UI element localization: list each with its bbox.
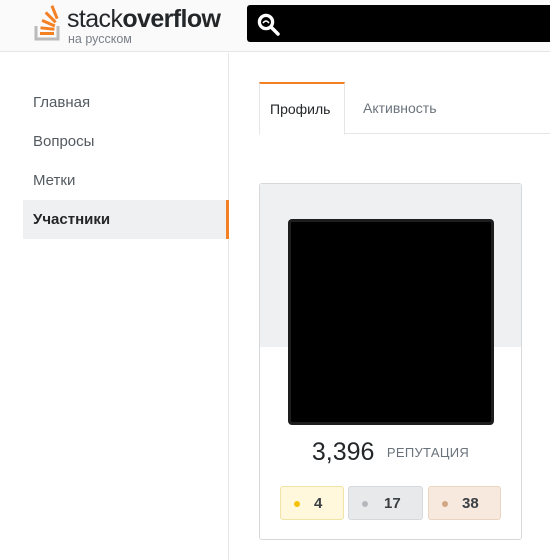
stackoverflow-logo-icon — [34, 5, 60, 41]
search-icon[interactable] — [255, 11, 281, 37]
silver-badge-count[interactable]: 17 — [348, 486, 423, 520]
search-input[interactable] — [285, 11, 544, 36]
gold-badge-count[interactable]: 4 — [280, 486, 344, 520]
profile-card: 3,396 РЕПУТАЦИЯ 4 17 38 — [259, 183, 522, 540]
silver-badge-value: 17 — [384, 495, 401, 512]
reputation-value: 3,396 — [311, 438, 375, 466]
reputation: 3,396 РЕПУТАЦИЯ — [260, 438, 521, 472]
reputation-label: РЕПУТАЦИЯ — [386, 445, 470, 460]
logo-text-bold: overflow — [122, 5, 221, 33]
bronze-badge-count[interactable]: 38 — [428, 486, 501, 520]
tab-activity[interactable]: Активность — [353, 82, 447, 134]
gold-badge-value: 4 — [314, 495, 323, 512]
bronze-badge-icon — [442, 501, 448, 507]
avatar[interactable] — [288, 219, 494, 425]
logo-wordmark: stackoverflow — [67, 5, 221, 33]
sidebar-item-questions[interactable]: Вопросы — [23, 122, 229, 161]
sidebar-item-tags[interactable]: Метки — [23, 161, 229, 200]
gold-badge-icon — [294, 501, 300, 507]
bronze-badge-value: 38 — [462, 495, 479, 512]
site-logo[interactable]: stackoverflow на русском — [34, 2, 234, 48]
left-sidebar: Главная Вопросы Метки Участники — [0, 53, 229, 560]
profile-tabs: Профиль Активность — [259, 82, 550, 135]
logo-subtitle: на русском — [68, 32, 132, 46]
search-box[interactable] — [247, 5, 550, 42]
sidebar-item-home[interactable]: Главная — [23, 83, 229, 122]
logo-text-light: stack — [67, 5, 123, 33]
sidebar-item-users[interactable]: Участники — [23, 200, 229, 239]
top-bar: stackoverflow на русском — [0, 0, 550, 52]
tab-profile[interactable]: Профиль — [259, 82, 345, 135]
silver-badge-icon — [362, 501, 368, 507]
